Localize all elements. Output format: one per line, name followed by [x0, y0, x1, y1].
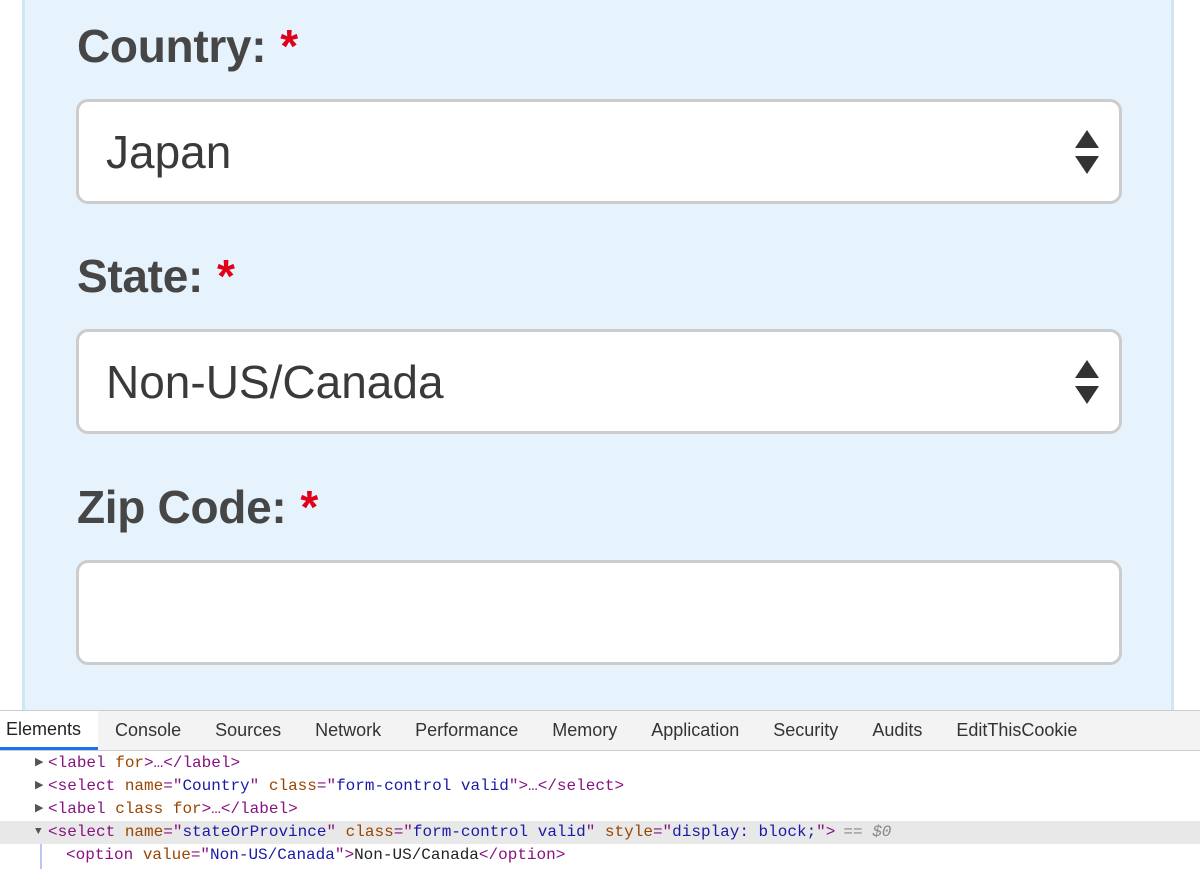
arrow-up-icon [1075, 359, 1099, 378]
tab-elements[interactable]: Elements [0, 711, 99, 750]
devtools-panel: Elements Console Sources Network Perform… [0, 710, 1200, 869]
dom-node-label-country[interactable]: ▶ <label for>…</label> [0, 752, 1200, 775]
state-select-value: Non-US/Canada [106, 355, 444, 408]
country-select[interactable]: Japan [76, 99, 1122, 204]
devtools-tab-bar: Elements Console Sources Network Perform… [0, 711, 1200, 751]
tab-memory[interactable]: Memory [535, 711, 634, 750]
dom-node-select-country[interactable]: ▶ <select name="Country" class="form-con… [0, 775, 1200, 798]
country-label-text: Country: [77, 20, 267, 72]
dom-node-option[interactable]: <option value="Non-US/Canada">Non-US/Can… [0, 844, 1200, 867]
state-select[interactable]: Non-US/Canada [76, 329, 1122, 434]
country-label: Country: * [77, 23, 298, 69]
required-asterisk: * [280, 20, 298, 72]
tab-sources[interactable]: Sources [198, 711, 298, 750]
state-label-text: State: [77, 250, 204, 302]
tab-application[interactable]: Application [634, 711, 756, 750]
required-asterisk: * [217, 250, 235, 302]
tab-network[interactable]: Network [298, 711, 398, 750]
country-select-value: Japan [106, 125, 232, 178]
arrow-down-icon [1075, 385, 1099, 404]
tab-performance[interactable]: Performance [398, 711, 535, 750]
arrow-down-icon [1075, 155, 1099, 174]
tab-console[interactable]: Console [98, 711, 198, 750]
zip-code-input[interactable] [76, 560, 1122, 665]
tree-indent-guide [40, 844, 42, 869]
required-asterisk: * [300, 481, 318, 533]
dom-tree: ▶ <label for>…</label> ▶ <select name="C… [0, 752, 1200, 869]
zip-code-label: Zip Code: * [77, 484, 318, 530]
zip-code-label-text: Zip Code: [77, 481, 287, 533]
expand-triangle-icon[interactable]: ▶ [35, 775, 47, 798]
tab-security[interactable]: Security [756, 711, 855, 750]
dom-node-select-state-selected[interactable]: ▼ <select name="stateOrProvince" class="… [0, 821, 1200, 844]
tab-audits[interactable]: Audits [855, 711, 939, 750]
collapse-triangle-icon[interactable]: ▼ [35, 821, 47, 844]
expand-triangle-icon[interactable]: ▶ [35, 752, 47, 775]
tab-editthiscookie[interactable]: EditThisCookie [939, 711, 1094, 750]
arrow-up-icon [1075, 129, 1099, 148]
dom-node-label-state[interactable]: ▶ <label class for>…</label> [0, 798, 1200, 821]
expand-triangle-icon[interactable]: ▶ [35, 798, 47, 821]
state-label: State: * [77, 253, 235, 299]
page-viewport: Country: * Japan State: * Non-US/Canada Zi… [0, 0, 1200, 710]
select-arrows-icon [1075, 129, 1099, 174]
select-arrows-icon [1075, 359, 1099, 404]
